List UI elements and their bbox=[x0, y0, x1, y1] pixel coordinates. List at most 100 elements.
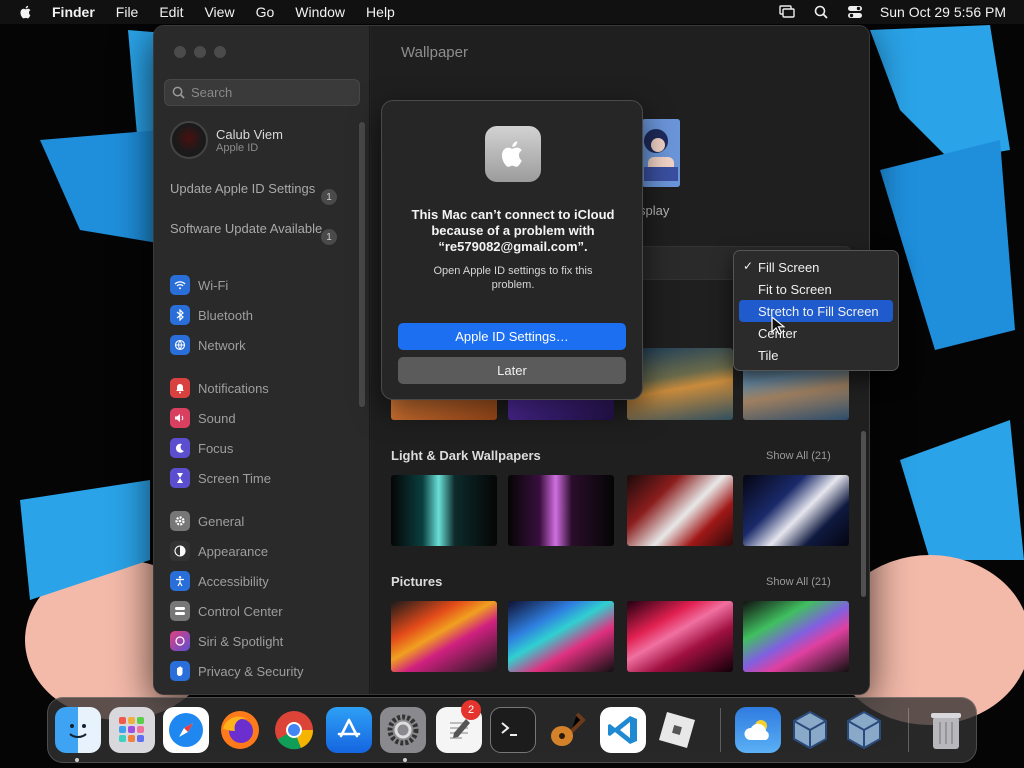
menu-edit[interactable]: Edit bbox=[159, 4, 183, 20]
screen-mirroring-icon[interactable] bbox=[778, 3, 796, 21]
light-dark-wallpaper-thumb[interactable] bbox=[627, 475, 733, 546]
menu-clock[interactable]: Sun Oct 29 5:56 PM bbox=[880, 4, 1006, 20]
sidebar-apple-id[interactable]: Calub Viem Apple ID bbox=[170, 121, 283, 159]
menu-view[interactable]: View bbox=[204, 4, 234, 20]
menu-window[interactable]: Window bbox=[295, 4, 345, 20]
user-name: Calub Viem bbox=[216, 126, 283, 142]
menu-option-stretch-to-fill[interactable]: Stretch to Fill Screen bbox=[739, 300, 893, 322]
window-controls bbox=[174, 46, 234, 58]
show-all-light-dark-button[interactable]: Show All (21) bbox=[766, 450, 831, 462]
sidebar-item-label: Privacy & Security bbox=[198, 663, 304, 679]
minimize-window-button[interactable] bbox=[194, 46, 206, 58]
close-window-button[interactable] bbox=[174, 46, 186, 58]
sidebar-item-label: Accessibility bbox=[198, 573, 269, 589]
sidebar-notice-update-apple-id[interactable]: Update Apple ID Settings bbox=[170, 181, 340, 197]
zoom-window-button[interactable] bbox=[214, 46, 226, 58]
virtualbox-dock-icon[interactable] bbox=[787, 707, 833, 753]
picture-wallpaper-thumb[interactable] bbox=[508, 601, 614, 672]
weather-dock-icon[interactable] bbox=[735, 707, 781, 753]
search-placeholder: Search bbox=[191, 85, 233, 100]
menu-app-name[interactable]: Finder bbox=[52, 4, 95, 20]
chrome-dock-icon[interactable] bbox=[271, 707, 317, 753]
light-dark-wallpaper-thumb[interactable] bbox=[391, 475, 497, 546]
menu-help[interactable]: Help bbox=[366, 4, 395, 20]
later-button[interactable]: Later bbox=[398, 357, 626, 384]
sidebar-item-network[interactable]: Network bbox=[170, 335, 246, 355]
sidebar-item-label: Notifications bbox=[198, 380, 269, 396]
sidebar-item-control-center[interactable]: Control Center bbox=[170, 601, 283, 621]
launchpad-dock-icon[interactable] bbox=[109, 707, 155, 753]
menu-option-fit-to-screen[interactable]: Fit to Screen bbox=[739, 278, 893, 300]
sidebar-notice-software-update[interactable]: Software Update Available bbox=[170, 221, 340, 237]
finder-dock-icon[interactable] bbox=[55, 707, 101, 753]
light-dark-wallpaper-thumb[interactable] bbox=[508, 475, 614, 546]
control-center-toggle-icon[interactable] bbox=[846, 3, 864, 21]
menu-go[interactable]: Go bbox=[256, 4, 275, 20]
sidebar-item-bluetooth[interactable]: Bluetooth bbox=[170, 305, 253, 325]
apple-id-settings-button[interactable]: Apple ID Settings… bbox=[398, 323, 626, 350]
sidebar-item-accessibility[interactable]: Accessibility bbox=[170, 571, 269, 591]
sidebar-item-label: Bluetooth bbox=[198, 307, 253, 323]
spotlight-search-icon[interactable] bbox=[812, 3, 830, 21]
sidebar-item-wifi[interactable]: Wi-Fi bbox=[170, 275, 228, 295]
sidebar-search-field[interactable]: Search bbox=[164, 79, 360, 106]
sidebar-item-siri-spotlight[interactable]: Siri & Spotlight bbox=[170, 631, 283, 651]
option-label: Tile bbox=[758, 347, 779, 363]
sidebar-item-focus[interactable]: Focus bbox=[170, 438, 233, 458]
settings-app-icon bbox=[485, 126, 541, 182]
sidebar-item-label: Network bbox=[198, 337, 246, 353]
safari-dock-icon[interactable] bbox=[163, 707, 209, 753]
system-settings-dock-icon[interactable] bbox=[380, 707, 426, 753]
alert-informative-text: Open Apple ID settings to fix this probl… bbox=[433, 265, 593, 291]
apple-menu-icon[interactable] bbox=[18, 4, 34, 20]
app-store-dock-icon[interactable] bbox=[326, 707, 372, 753]
sidebar-item-privacy-security[interactable]: Privacy & Security bbox=[170, 661, 303, 681]
menu-option-center[interactable]: Center bbox=[739, 322, 893, 344]
menu-option-fill-screen[interactable]: ✓ Fill Screen bbox=[739, 256, 893, 278]
sidebar-scrollbar[interactable] bbox=[359, 122, 365, 407]
trash-dock-icon[interactable] bbox=[923, 707, 969, 753]
notice-badge: 1 bbox=[321, 229, 337, 245]
terminal-dock-icon[interactable] bbox=[490, 707, 536, 753]
sidebar-item-appearance[interactable]: Appearance bbox=[170, 541, 268, 561]
firefox-dock-icon[interactable] bbox=[217, 707, 263, 753]
content-scrollbar[interactable] bbox=[861, 431, 866, 597]
notification-badge: 2 bbox=[461, 700, 481, 720]
virtualbox-vm-dock-icon[interactable] bbox=[841, 707, 887, 753]
sidebar-item-label: General bbox=[198, 513, 245, 529]
picture-wallpaper-thumb[interactable] bbox=[391, 601, 497, 672]
sidebar-item-general[interactable]: General bbox=[170, 511, 244, 531]
siri-icon bbox=[170, 631, 190, 651]
section-title-light-dark: Light & Dark Wallpapers bbox=[391, 448, 541, 463]
light-dark-wallpaper-thumb[interactable] bbox=[743, 475, 849, 546]
alert-message: This Mac can’t connect to iCloud because… bbox=[411, 207, 615, 254]
menu-file[interactable]: File bbox=[116, 4, 139, 20]
sidebar-item-label: Focus bbox=[198, 440, 234, 456]
running-indicator bbox=[403, 758, 407, 762]
sidebar-item-notifications[interactable]: Notifications bbox=[170, 378, 269, 398]
picture-wallpaper-thumb[interactable] bbox=[627, 601, 733, 672]
garageband-dock-icon[interactable] bbox=[544, 707, 590, 753]
picture-wallpaper-thumb[interactable] bbox=[743, 601, 849, 672]
show-all-pictures-button[interactable]: Show All (21) bbox=[766, 576, 831, 588]
settings-sidebar: Search Calub Viem Apple ID Update Apple … bbox=[154, 26, 370, 694]
roblox-dock-icon[interactable] bbox=[654, 707, 700, 753]
display-wallpaper-preview[interactable] bbox=[642, 119, 680, 187]
dock-separator bbox=[908, 708, 909, 752]
display-label: splay bbox=[639, 203, 670, 218]
appearance-icon bbox=[170, 541, 190, 561]
menu-option-tile[interactable]: Tile bbox=[739, 344, 893, 366]
hand-icon bbox=[170, 661, 190, 681]
sidebar-item-label: Siri & Spotlight bbox=[198, 633, 284, 649]
moon-icon bbox=[170, 438, 190, 458]
avatar bbox=[170, 121, 208, 159]
sidebar-item-label: Wi-Fi bbox=[198, 277, 229, 293]
vscode-dock-icon[interactable] bbox=[600, 707, 646, 753]
gear-icon bbox=[170, 511, 190, 531]
sidebar-item-sound[interactable]: Sound bbox=[170, 408, 236, 428]
sidebar-item-label: Sound bbox=[198, 410, 236, 426]
network-icon bbox=[170, 335, 190, 355]
sidebar-item-screen-time[interactable]: Screen Time bbox=[170, 468, 271, 488]
option-label: Fill Screen bbox=[758, 259, 820, 275]
speaker-icon bbox=[170, 408, 190, 428]
